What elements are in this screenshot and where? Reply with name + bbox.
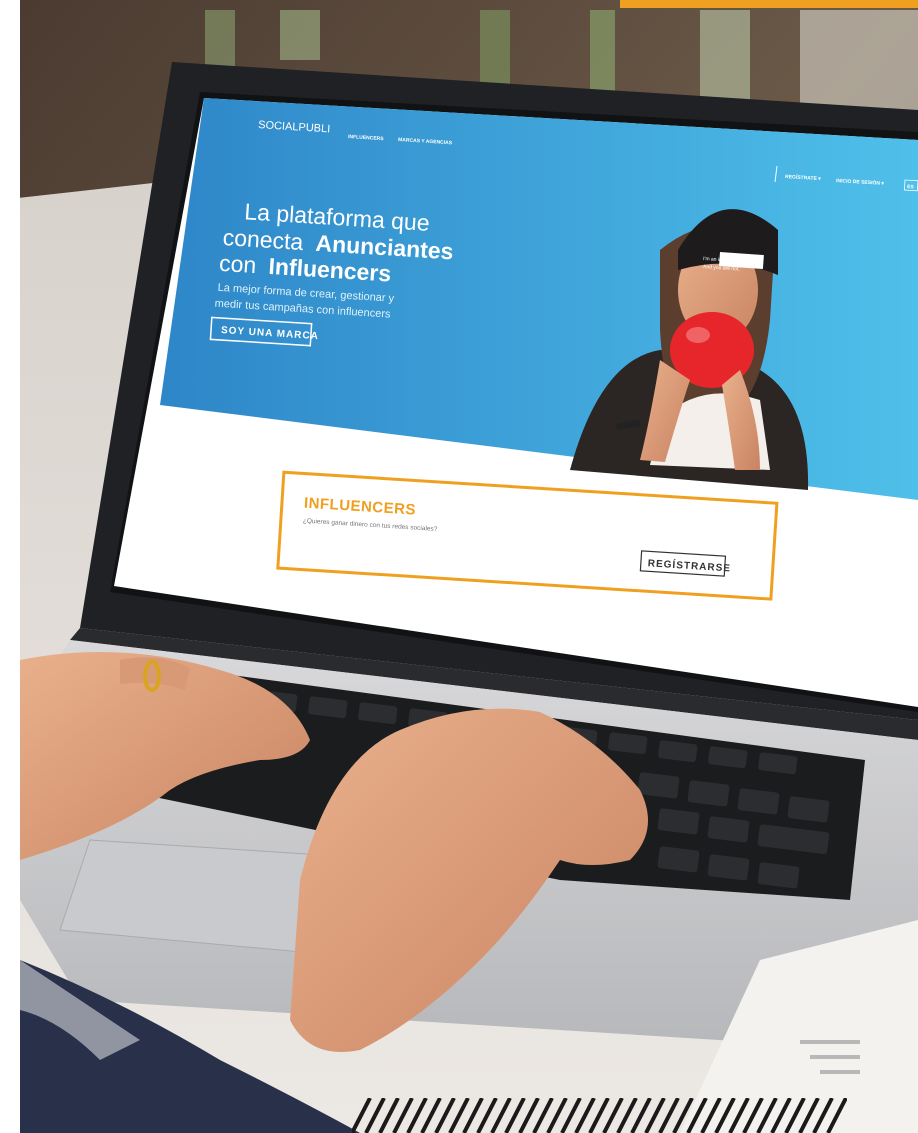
accent-bar (620, 0, 918, 8)
nav-language[interactable]: ES (907, 184, 915, 190)
laptop-photo: SOCIALPUBLI INFLUENCERS MARCAS Y AGENCIA… (0, 0, 918, 1133)
hero-line-3-light: con (218, 250, 257, 278)
left-margin (0, 0, 20, 1133)
decorative-stripes (352, 1098, 847, 1133)
